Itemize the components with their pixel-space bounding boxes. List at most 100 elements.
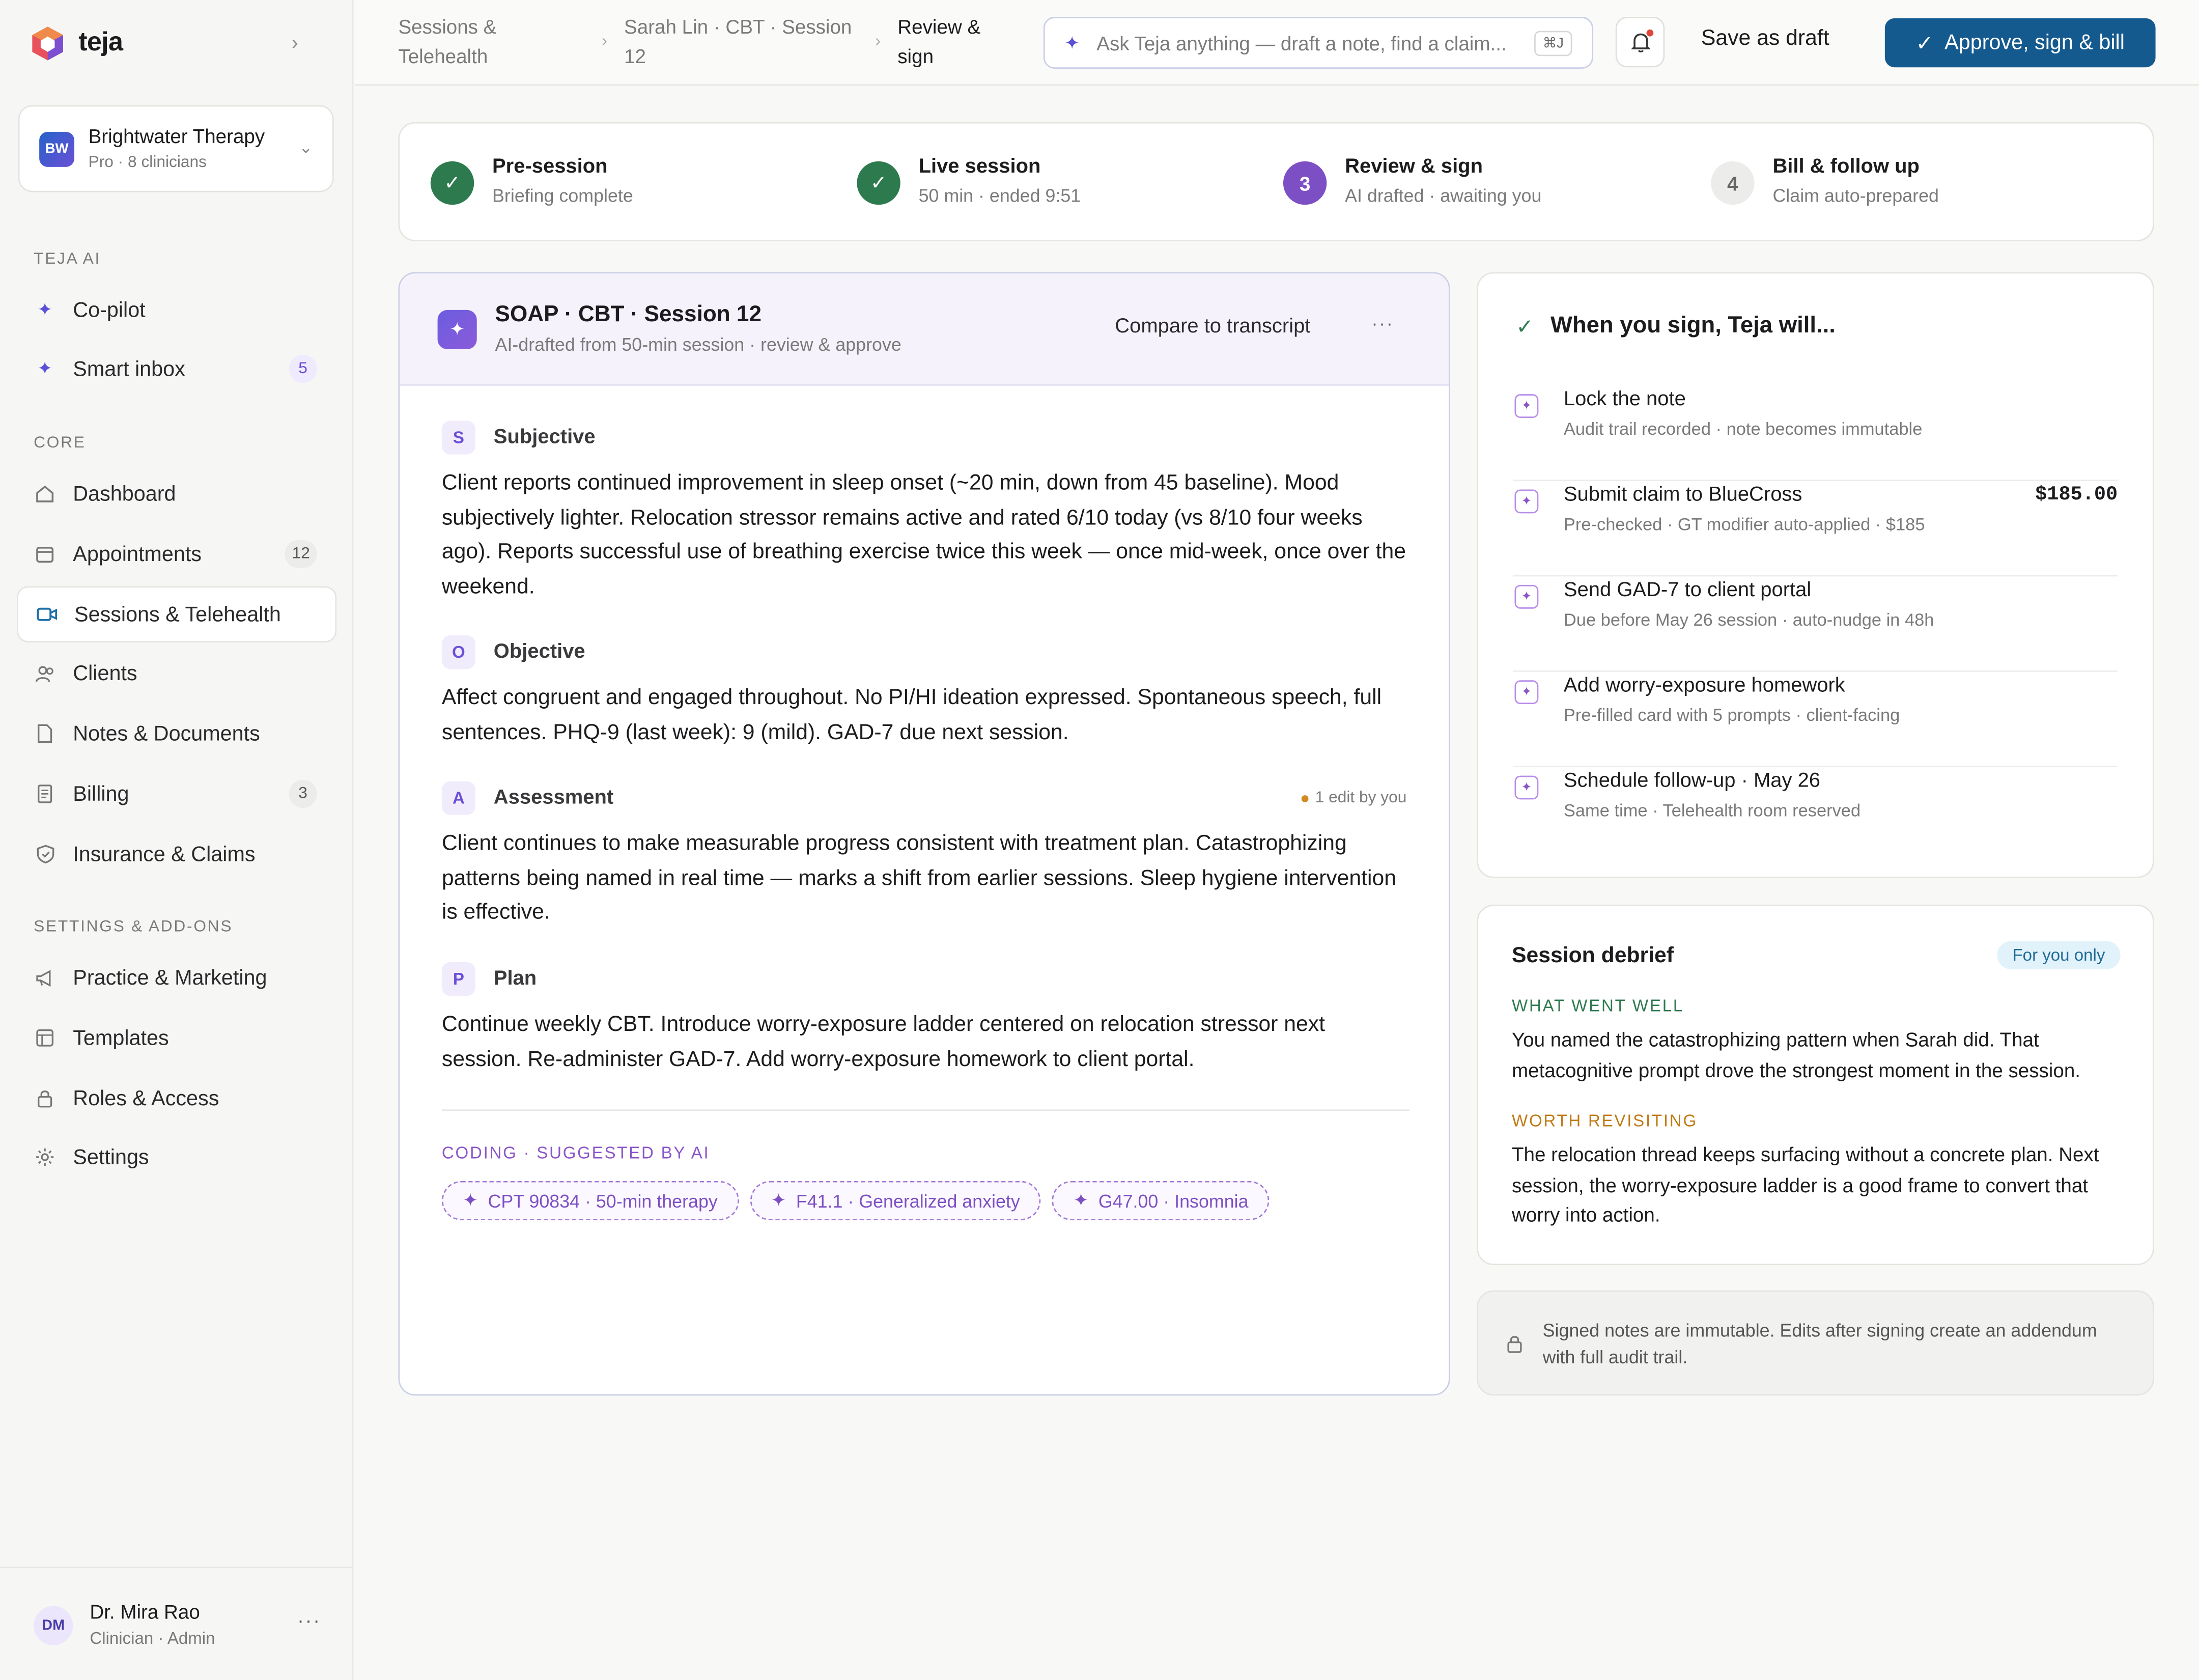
- workflow-stepper: ✓ Pre-session Briefing complete ✓ Live s…: [398, 122, 2154, 241]
- step-subtitle: AI drafted · awaiting you: [1345, 185, 1542, 206]
- step-number: 3: [1283, 161, 1327, 205]
- sidebar-item-sessions-telehealth[interactable]: Sessions & Telehealth: [17, 586, 337, 642]
- breadcrumb-item-session[interactable]: Sarah Lin · CBT · Session 12: [624, 13, 862, 72]
- notifications-button[interactable]: [1615, 17, 1665, 68]
- action-title: Submit claim to BlueCross: [1563, 484, 1802, 507]
- revisit-label: WORTH REVISITING: [1511, 1111, 1698, 1131]
- save-draft-button[interactable]: Save as draft: [1701, 26, 1829, 52]
- user-profile[interactable]: DM Dr. Mira Rao Clinician · Admin ···: [0, 1566, 354, 1680]
- sparkle-icon: ✦: [1514, 394, 1539, 418]
- divider: [441, 1109, 1409, 1111]
- soap-header: ✦ SOAP · CBT · Session 12 AI-drafted fro…: [400, 273, 1449, 386]
- code-label: F41.1 · Generalized anxiety: [796, 1190, 1020, 1212]
- sign-actions-card: ✓ When you sign, Teja will... ✦ Lock the…: [1477, 272, 2154, 878]
- check-icon: ✓: [1915, 31, 1934, 55]
- user-role: Clinician · Admin: [90, 1628, 215, 1648]
- sidebar: teja › BW Brightwater Therapy Pro · 8 cl…: [0, 0, 354, 1680]
- step-title: Bill & follow up: [1772, 155, 1920, 178]
- soap-title: SOAP · CBT · Session 12: [495, 303, 762, 327]
- sparkle-icon: ✦: [771, 1189, 786, 1211]
- section-title-plan: Plan: [493, 968, 537, 991]
- sidebar-item-label: Dashboard: [73, 482, 176, 506]
- code-chip-f41[interactable]: ✦ F41.1 · Generalized anxiety: [750, 1181, 1041, 1220]
- org-avatar: BW: [39, 131, 75, 167]
- sidebar-item-insurance-claims[interactable]: Insurance & Claims: [17, 826, 336, 882]
- sparkle-icon: ✦: [37, 298, 53, 320]
- check-icon: ✓: [1516, 315, 1534, 339]
- section-body-assessment[interactable]: Client continues to make measurable prog…: [442, 828, 1409, 931]
- sparkle-icon: ✦: [437, 310, 477, 350]
- section-body-plan[interactable]: Continue weekly CBT. Introduce worry-exp…: [442, 1009, 1409, 1077]
- edit-label: 1 edit by you: [1315, 790, 1407, 807]
- chevron-right-icon[interactable]: ›: [292, 31, 298, 53]
- sidebar-item-practice-marketing[interactable]: Practice & Marketing: [17, 949, 336, 1005]
- sparkle-icon: ✦: [1514, 680, 1539, 705]
- sidebar-item-label: Settings: [73, 1145, 149, 1169]
- sidebar-item-notes-documents[interactable]: Notes & Documents: [17, 706, 336, 762]
- avatar: DM: [34, 1606, 73, 1645]
- sidebar-item-label: Co-pilot: [73, 298, 146, 322]
- app-name: teja: [78, 28, 123, 58]
- sparkle-icon: ✦: [37, 357, 53, 379]
- sidebar-item-label: Billing: [73, 781, 129, 806]
- sparkle-icon: ✦: [1514, 489, 1539, 514]
- sparkle-icon: ✦: [1514, 775, 1539, 800]
- section-teja-ai: TEJA AI: [34, 251, 101, 268]
- calendar-icon: [34, 543, 56, 565]
- step-complete-icon: ✓: [857, 161, 900, 205]
- sidebar-item-label: Templates: [73, 1026, 169, 1050]
- sidebar-item-label: Smart inbox: [73, 357, 185, 381]
- sidebar-item-smart-inbox[interactable]: ✦ Smart inbox 5: [17, 341, 336, 397]
- code-chip-g47[interactable]: ✦ G47.00 · Insomnia: [1052, 1181, 1270, 1220]
- breadcrumb-item-sessions[interactable]: Sessions & Telehealth: [398, 13, 552, 72]
- sparkle-icon: ✦: [1514, 584, 1539, 609]
- sidebar-item-label: Insurance & Claims: [73, 842, 256, 866]
- approve-label: Approve, sign & bill: [1944, 31, 2125, 55]
- code-chip-cpt[interactable]: ✦ CPT 90834 · 50-min therapy: [441, 1181, 739, 1220]
- sidebar-item-appointments[interactable]: Appointments 12: [17, 526, 336, 582]
- sparkle-icon: ✦: [1073, 1189, 1089, 1211]
- section-title-assessment: Assessment: [493, 787, 614, 809]
- sidebar-item-templates[interactable]: Templates: [17, 1010, 336, 1066]
- sidebar-item-billing[interactable]: Billing 3: [17, 766, 336, 822]
- action-title: Lock the note: [1563, 388, 1686, 411]
- sign-title: When you sign, Teja will...: [1550, 313, 1836, 338]
- user-name: Dr. Mira Rao: [90, 1600, 200, 1623]
- document-icon: [34, 722, 56, 745]
- shield-icon: [34, 843, 56, 865]
- action-add-homework: ✦ Add worry-exposure homework Pre-filled…: [1513, 672, 2118, 768]
- action-subtitle: Pre-checked · GT modifier auto-applied ·…: [1563, 515, 1925, 535]
- immutable-text: Signed notes are immutable. Edits after …: [1542, 1320, 2097, 1367]
- action-subtitle: Pre-filled card with 5 prompts · client-…: [1563, 705, 1900, 725]
- action-lock-note: ✦ Lock the note Audit trail recorded · n…: [1513, 386, 2118, 481]
- sidebar-item-roles-access[interactable]: Roles & Access: [17, 1070, 336, 1126]
- breadcrumb-item-current: Review & sign: [897, 15, 981, 68]
- sidebar-item-dashboard[interactable]: Dashboard: [17, 466, 336, 522]
- section-letter: S: [441, 421, 475, 455]
- sidebar-item-settings[interactable]: Settings: [17, 1129, 336, 1185]
- brand[interactable]: teja: [31, 25, 123, 62]
- chevron-right-icon: ›: [601, 31, 607, 51]
- users-icon: [34, 662, 56, 684]
- sidebar-item-label: Practice & Marketing: [73, 965, 267, 990]
- more-icon[interactable]: ···: [1371, 313, 1394, 333]
- compare-transcript-button[interactable]: Compare to transcript: [1115, 316, 1310, 338]
- sidebar-item-clients[interactable]: Clients: [17, 645, 336, 701]
- action-submit-claim: ✦ Submit claim to BlueCross Pre-checked …: [1513, 481, 2118, 577]
- action-title: Add worry-exposure homework: [1563, 675, 1845, 697]
- sidebar-item-label: Clients: [73, 661, 137, 685]
- search-bar[interactable]: ✦ ⌘J: [1043, 17, 1593, 69]
- search-input[interactable]: [1096, 31, 1517, 54]
- section-body-subjective[interactable]: Client reports continued improvement in …: [442, 467, 1409, 604]
- org-switcher[interactable]: BW Brightwater Therapy Pro · 8 clinician…: [18, 105, 334, 192]
- revisit-text: The relocation thread keeps surfacing wi…: [1511, 1143, 2099, 1226]
- approve-sign-bill-button[interactable]: ✓ Approve, sign & bill: [1884, 18, 2156, 68]
- section-body-objective[interactable]: Affect congruent and engaged throughout.…: [442, 682, 1409, 750]
- lock-icon: [34, 1087, 56, 1109]
- teja-logo-icon: [32, 26, 63, 61]
- step-title: Live session: [918, 155, 1041, 178]
- more-icon[interactable]: ···: [297, 1609, 321, 1631]
- sidebar-item-copilot[interactable]: ✦ Co-pilot: [17, 282, 336, 338]
- action-schedule-follow-up: ✦ Schedule follow-up · May 26 Same time …: [1513, 767, 2118, 862]
- coding-label: CODING · SUGGESTED BY AI: [441, 1143, 710, 1163]
